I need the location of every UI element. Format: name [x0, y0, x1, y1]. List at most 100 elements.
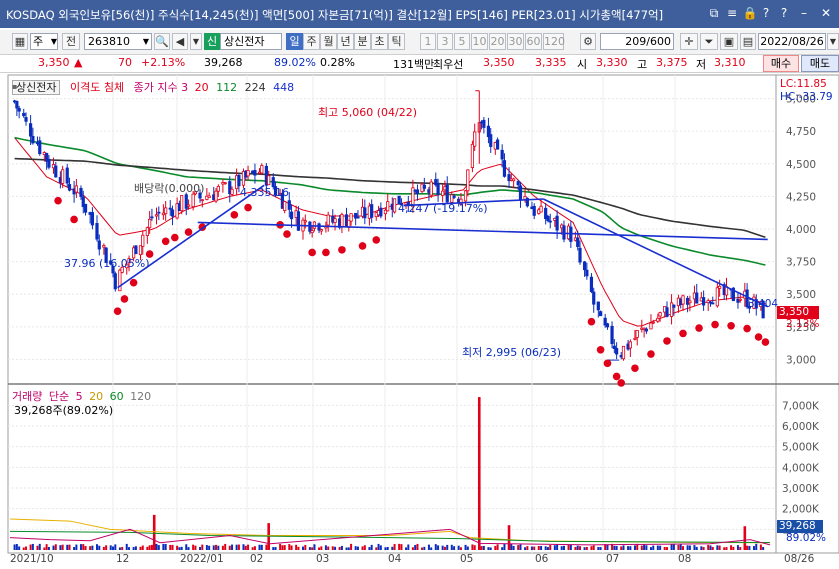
- legend-indicator[interactable]: 이격도 침체: [70, 81, 124, 94]
- legend-ma3[interactable]: 224: [245, 81, 266, 94]
- volume-bar: [686, 545, 689, 550]
- change-tag: 2.13%: [786, 318, 820, 330]
- price-volume-chart[interactable]: 5,0004,7504,5004,2504,0003,7503,5003,250…: [0, 72, 839, 569]
- volume-bar: [437, 545, 440, 550]
- volume-bar: [622, 545, 625, 550]
- volume-bar: [98, 545, 101, 550]
- previous-button[interactable]: 전: [62, 33, 80, 50]
- date-dropdown-icon[interactable]: ▼: [827, 33, 839, 50]
- candle-body: [150, 216, 154, 219]
- volume-bar: [746, 545, 749, 550]
- volume-bar: [386, 546, 389, 550]
- legend-toggle-icon[interactable]: ▪: [12, 82, 17, 91]
- interval-button-3[interactable]: 3: [437, 33, 453, 50]
- interval-button-10[interactable]: 10: [471, 33, 488, 50]
- volume-bar: [334, 546, 337, 550]
- chart-type-icon[interactable]: ⏷: [700, 33, 718, 50]
- buy-button[interactable]: 매수: [763, 55, 799, 72]
- legend-ma4[interactable]: 448: [273, 81, 294, 94]
- volume-bar: [427, 544, 430, 550]
- legend-stock-name[interactable]: 상신전자: [12, 80, 61, 95]
- volume-bar: [732, 546, 735, 550]
- candle-body: [216, 185, 220, 192]
- calendar-icon[interactable]: ▤: [740, 33, 756, 50]
- legend-ma-label[interactable]: 종가 지수 3: [134, 81, 188, 94]
- volume-bar: [208, 545, 211, 550]
- interval-button-5[interactable]: 5: [454, 33, 470, 50]
- volume-bar: [739, 547, 742, 550]
- link-icon[interactable]: ⧉: [706, 5, 722, 21]
- interval-button-1[interactable]: 1: [420, 33, 436, 50]
- legend-ma2[interactable]: 112: [216, 81, 237, 94]
- volume-bar: [405, 547, 408, 550]
- speaker-icon[interactable]: ◀: [172, 33, 188, 50]
- help-icon[interactable]: ?: [758, 5, 774, 21]
- close-icon[interactable]: ✕: [818, 5, 834, 21]
- volume-bar: [755, 543, 758, 550]
- interval-button-20[interactable]: 20: [489, 33, 506, 50]
- volume-bar: [663, 546, 666, 550]
- period-tab-0[interactable]: 일: [286, 33, 303, 50]
- volume-bar: [68, 544, 71, 550]
- period-tab-6[interactable]: 틱: [388, 33, 405, 50]
- stock-code-input[interactable]: 263810 ▼: [84, 33, 152, 50]
- list-icon[interactable]: ≡: [724, 5, 740, 21]
- stock-name-field[interactable]: 상신전자: [220, 33, 282, 50]
- volume-bar: [700, 546, 703, 550]
- minimize-icon[interactable]: –: [796, 5, 812, 21]
- candle-body: [65, 167, 69, 184]
- candle-body: [134, 245, 138, 255]
- period-tab-5[interactable]: 초: [371, 33, 388, 50]
- volume-bar: [473, 545, 476, 550]
- volume-bar: [519, 544, 522, 550]
- candle-body: [356, 216, 360, 219]
- period-tab-4[interactable]: 분: [354, 33, 371, 50]
- search-icon[interactable]: 🔍: [154, 33, 170, 50]
- period-tab-3[interactable]: 년: [337, 33, 354, 50]
- maximize-icon[interactable]: ?: [776, 5, 792, 21]
- price-tick-label: 3,500: [786, 289, 816, 301]
- crosshair-icon[interactable]: ✛: [680, 33, 698, 50]
- market-select[interactable]: 주 ▼: [30, 33, 58, 50]
- period-tab-1[interactable]: 주: [303, 33, 320, 50]
- volume-bar: [549, 545, 552, 550]
- interval-button-120[interactable]: 120: [543, 33, 565, 50]
- count-input[interactable]: 209/600: [600, 33, 674, 50]
- candle-body: [463, 190, 468, 202]
- oversold-marker: [120, 295, 129, 303]
- candle-body: [29, 123, 33, 137]
- save-icon[interactable]: ▣: [720, 33, 738, 50]
- volume-bar: [709, 545, 712, 550]
- candle-body: [349, 213, 353, 222]
- volume-bar: [599, 547, 602, 550]
- volume-bar: [187, 547, 190, 550]
- volume-bar: [606, 544, 609, 550]
- candle-body: [518, 185, 523, 200]
- chart-settings-icon[interactable]: ⚙: [580, 33, 596, 50]
- volume-bar: [384, 547, 387, 550]
- grid-menu-icon[interactable]: ▦: [12, 33, 28, 50]
- legend-volume-ma4[interactable]: 120: [130, 390, 151, 403]
- x-tick-label: 04: [388, 553, 402, 565]
- volume-bar: [237, 544, 240, 550]
- volume-bar: [205, 545, 208, 550]
- lock-icon[interactable]: 🔒: [742, 5, 758, 21]
- legend-ma1[interactable]: 20: [195, 81, 209, 94]
- candle-body: [97, 240, 101, 250]
- sell-button[interactable]: 매도: [801, 55, 839, 72]
- volume-bar: [340, 545, 343, 550]
- candle-body: [589, 276, 594, 292]
- volume-bar: [615, 545, 618, 550]
- volume-bar: [224, 543, 227, 550]
- oversold-marker: [754, 333, 763, 341]
- interval-button-60[interactable]: 60: [525, 33, 542, 50]
- volume-bar: [169, 544, 172, 550]
- oversold-marker: [695, 324, 703, 332]
- period-tab-2[interactable]: 월: [320, 33, 337, 50]
- interval-button-30[interactable]: 30: [507, 33, 524, 50]
- oversold-marker: [647, 350, 655, 358]
- candle-body: [164, 207, 168, 215]
- dropdown-icon[interactable]: ▼: [190, 33, 202, 50]
- date-input[interactable]: 2022/08/26: [758, 33, 826, 50]
- candle-body: [599, 311, 603, 317]
